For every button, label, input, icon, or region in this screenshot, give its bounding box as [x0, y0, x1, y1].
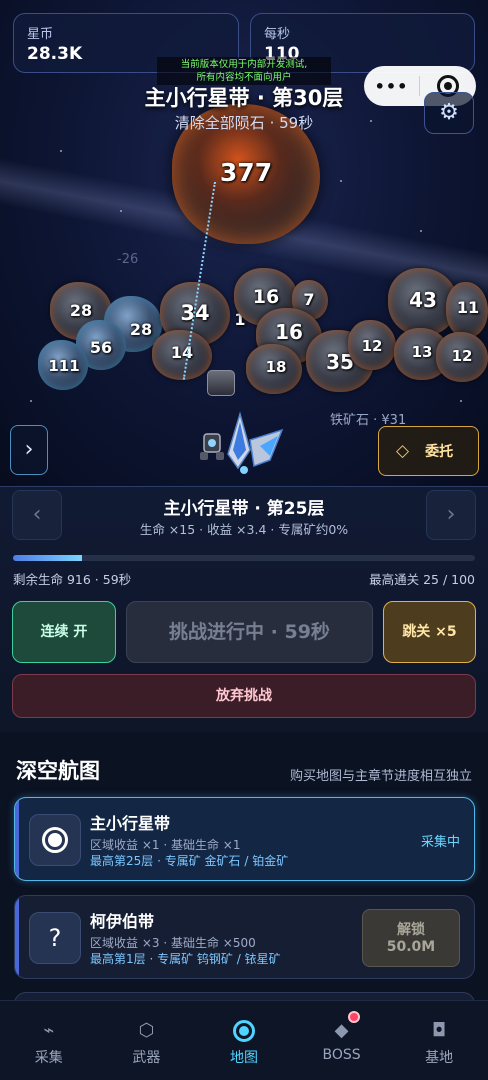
diamond-icon: ◆ — [334, 1020, 349, 1041]
map-icon — [29, 814, 81, 866]
boss-hp-number: 377 — [219, 158, 273, 187]
notification-badge — [347, 1011, 360, 1023]
coins-label: 星币 — [27, 27, 54, 42]
per-second-label: 每秒 — [264, 27, 291, 42]
dev-notice: 当前版本仅用于内部开发测试, 所有内容均不面向用户 — [157, 57, 331, 85]
map-status: 采集中 — [420, 835, 460, 850]
level-subtitle: 生命 ×15 · 收益 ×3.4 · 专属矿约0% — [139, 522, 349, 537]
star — [460, 400, 462, 402]
unlock-map-button[interactable]: 解锁 50.0M — [362, 909, 460, 967]
best-clear-text: 最高通关 25 / 100 — [369, 572, 475, 587]
section-title: 深空航图 — [16, 759, 100, 783]
chevron-right-icon: › — [24, 437, 34, 462]
commission-label: 委托 — [425, 444, 454, 460]
map-card-main-belt[interactable]: 主小行星带 区域收益 ×1 · 基础生命 ×1 最高第25层 · 专属矿 金矿石… — [14, 797, 475, 881]
hexagon-icon: ⬡ — [138, 1020, 155, 1041]
tab-label: 武器 — [132, 1050, 161, 1066]
bottom-tab-bar: ⌁ 采集 ⬡ 武器 地图 ◆ BOSS ◘ 基地 — [0, 1000, 488, 1080]
continuous-toggle-button[interactable]: 连续 开 — [12, 601, 116, 663]
level-progress-bar — [13, 555, 475, 561]
tab-map[interactable]: 地图 — [195, 1001, 293, 1080]
card-accent-stripe — [15, 896, 19, 978]
section-note: 购买地图与主章节进度相互独立 — [289, 769, 472, 784]
map-stats: 区域收益 ×1 · 基础生命 ×1 — [90, 838, 241, 852]
tab-label: 采集 — [34, 1050, 63, 1066]
asteroid-hp: 14 — [170, 343, 194, 362]
tab-mining[interactable]: ⌁ 采集 — [0, 1001, 98, 1080]
gear-icon: ⚙ — [439, 100, 459, 125]
abandon-challenge-button[interactable]: 放弃挑战 — [12, 674, 476, 718]
map-progress: 最高第1层 · 专属矿 钨钢矿 / 铱星矿 — [90, 952, 281, 966]
mining-probe — [207, 370, 235, 396]
star — [60, 150, 62, 152]
tab-label: 基地 — [425, 1050, 454, 1066]
star — [340, 180, 342, 182]
unlock-cost: 50.0M — [386, 939, 436, 955]
remaining-life-text: 剩余生命 916 · 59秒 — [13, 572, 132, 587]
tab-weapons[interactable]: ⬡ 武器 — [98, 1001, 196, 1080]
tab-label: 地图 — [229, 1050, 258, 1066]
star — [420, 230, 422, 232]
map-card-kuiper-belt[interactable]: ? 柯伊伯带 区域收益 ×3 · 基础生命 ×500 最高第1层 · 专属矿 钨… — [14, 895, 475, 979]
skip-level-button[interactable]: 跳关 ×5 — [383, 601, 476, 663]
map-stats: 区域收益 ×3 · 基础生命 ×500 — [90, 936, 256, 950]
tab-boss[interactable]: ◆ BOSS — [293, 1001, 391, 1080]
lightning-icon: ⌁ — [43, 1020, 55, 1041]
floor-subtitle: 清除全部陨石 · 59秒 — [174, 114, 314, 132]
map-name: 主小行星带 — [90, 814, 171, 833]
map-progress: 最高第25层 · 专属矿 金矿石 / 铂金矿 — [90, 854, 289, 868]
card-accent-stripe — [15, 798, 19, 880]
asteroid-hp: 7 — [303, 290, 315, 309]
asteroid-hp: 16 — [252, 286, 280, 308]
spaceship-icon — [227, 411, 284, 474]
asteroid-hp: 28 — [69, 301, 93, 320]
target-icon — [42, 827, 68, 853]
dev-notice-line1: 当前版本仅用于内部开发测试, — [180, 59, 308, 70]
tab-base[interactable]: ◘ 基地 — [390, 1001, 488, 1080]
tab-label: BOSS — [322, 1047, 361, 1063]
asteroid-hp: 11 — [456, 298, 480, 317]
dev-notice-line2: 所有内容均不面向用户 — [196, 72, 292, 83]
star — [120, 210, 122, 212]
asteroid-hp: 111 — [48, 357, 80, 375]
asteroid-hp: 12 — [361, 337, 383, 355]
target-icon — [232, 1019, 255, 1043]
unlock-label: 解锁 — [397, 922, 425, 938]
base-icon: ◘ — [432, 1020, 447, 1041]
diamond-icon: ◇ — [396, 441, 410, 461]
game-scene[interactable]: 377 28 28 56 111 34 14 1 16 7 16 18 35 1… — [0, 0, 488, 486]
asteroid-hp: 12 — [451, 347, 473, 365]
star — [30, 400, 32, 402]
question-icon: ? — [29, 912, 81, 964]
damage-float-text: -26 — [117, 252, 139, 267]
challenge-status-button[interactable]: 挑战进行中 · 59秒 — [126, 601, 373, 663]
map-name: 柯伊伯带 — [90, 912, 155, 931]
level-title: 主小行星带 · 第25层 — [163, 499, 325, 519]
asteroid-hp: 18 — [265, 358, 287, 376]
level-progress-fill — [13, 555, 83, 561]
side-panel-toggle[interactable]: › — [10, 425, 48, 475]
more-menu-button[interactable]: ••• — [364, 77, 419, 96]
commission-button[interactable]: ◇ 委托 — [378, 426, 479, 476]
settings-button[interactable]: ⚙ — [424, 92, 474, 134]
